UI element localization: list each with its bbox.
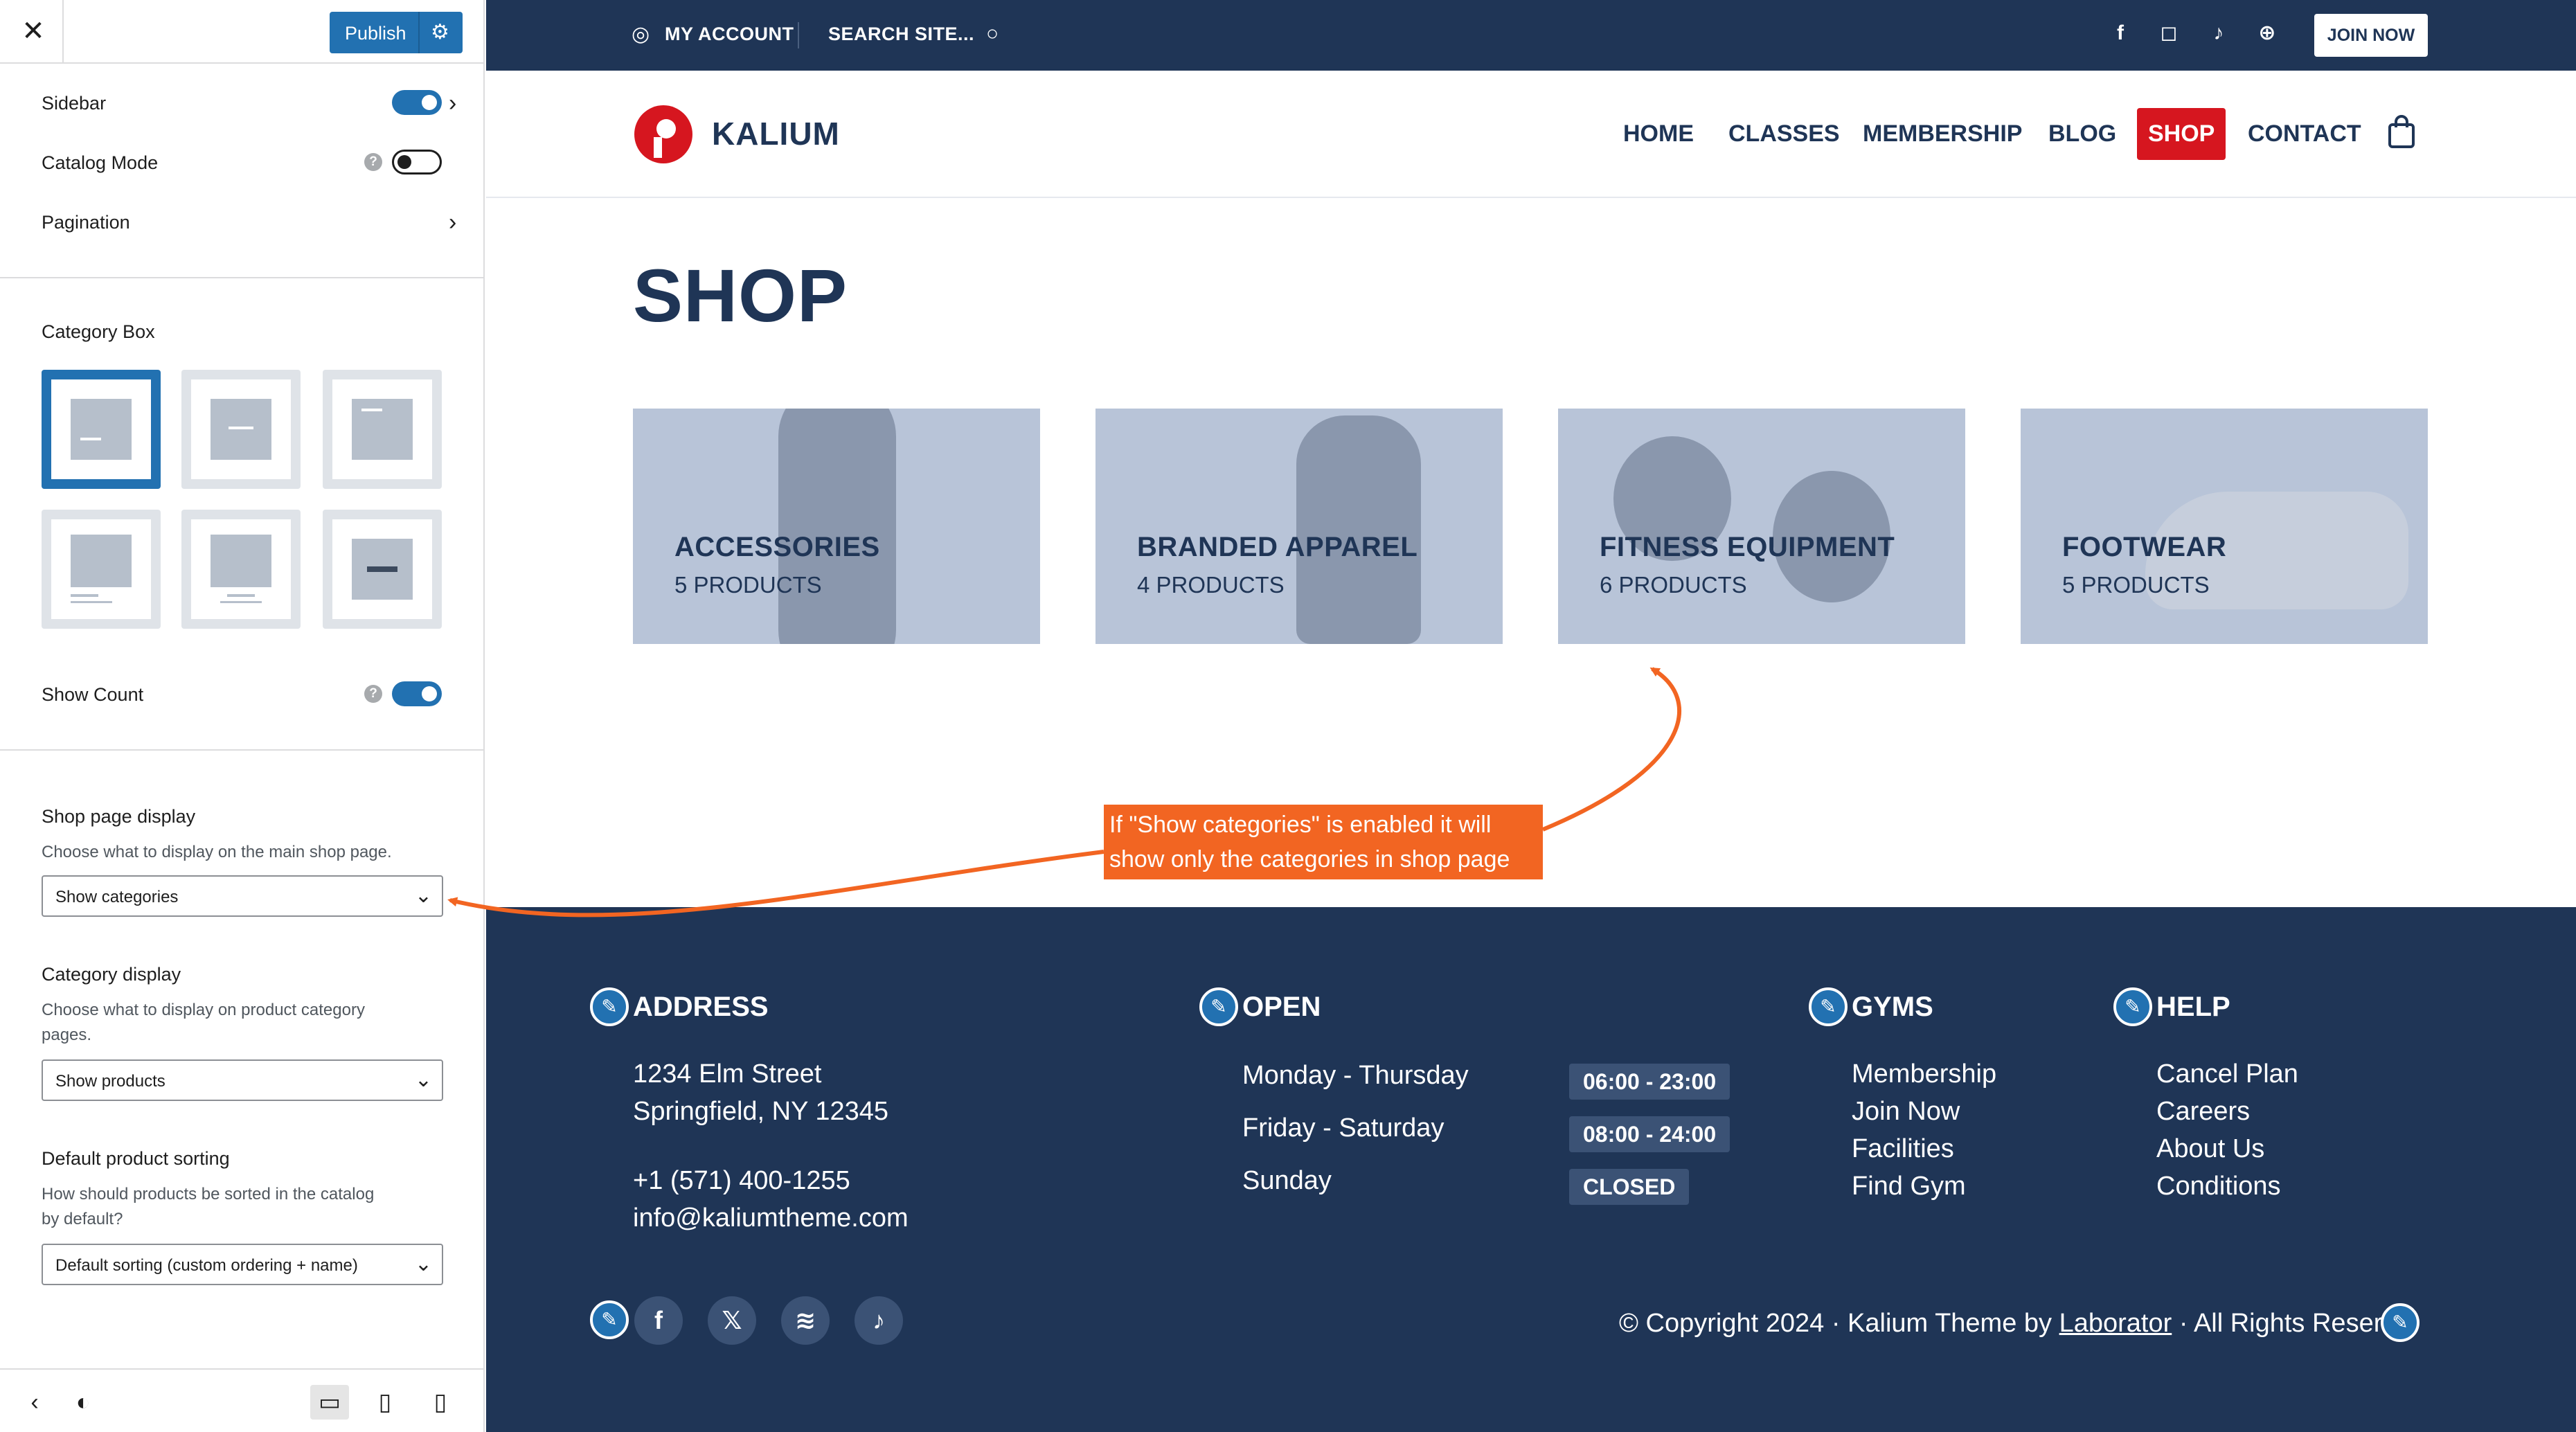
annotation-arrow [447,850,1104,918]
annotation-arrow [1541,667,1682,832]
annotation-arrows [447,667,1682,918]
